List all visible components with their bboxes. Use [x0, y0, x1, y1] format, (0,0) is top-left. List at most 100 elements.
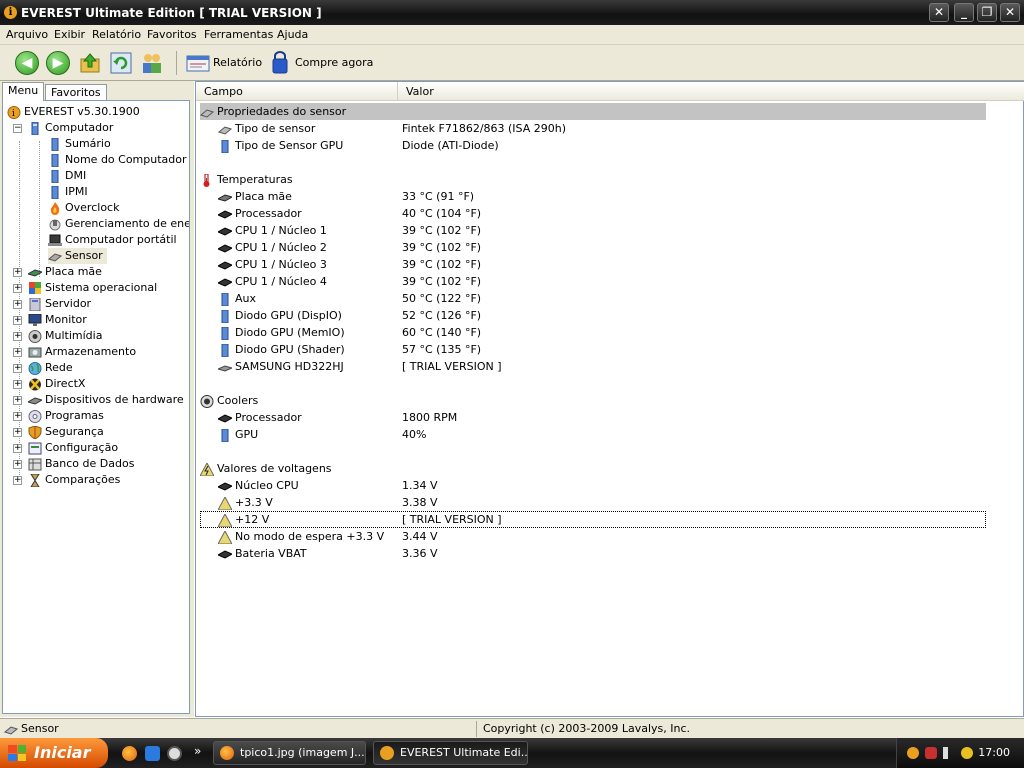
start-button[interactable]: Iniciar [0, 738, 108, 768]
list-row[interactable]: Bateria VBAT 3.36 V [200, 545, 986, 562]
tree-item-ipmi[interactable]: IPMI [48, 184, 88, 200]
clock[interactable]: 17:00 [978, 746, 1010, 759]
tree-item-overclock[interactable]: Overclock [48, 200, 119, 216]
section-header[interactable]: Temperaturas [200, 171, 986, 188]
details-list[interactable]: Campo Valor Propriedades do sensor Tipo … [195, 81, 1024, 717]
tree-item-programas[interactable]: Programas [28, 408, 104, 424]
tab-menu[interactable]: Menu [2, 82, 45, 101]
quicklaunch-more[interactable]: » [194, 744, 201, 758]
buy-bag-icon[interactable] [268, 51, 292, 75]
volume-icon[interactable] [943, 747, 955, 759]
tree-item-configuracao[interactable]: Configuração [28, 440, 118, 456]
shield-tray-icon[interactable] [925, 747, 937, 759]
list-row[interactable]: Diodo GPU (Shader) 57 °C (135 °F) [200, 341, 986, 358]
tree-item-banco-dados[interactable]: Banco de Dados [28, 456, 134, 472]
list-row[interactable]: +3.3 V 3.38 V [200, 494, 986, 511]
tree-item-dispositivos[interactable]: Dispositivos de hardware [26, 392, 184, 408]
list-row[interactable]: CPU 1 / Núcleo 3 39 °C (102 °F) [200, 256, 986, 273]
list-row[interactable]: CPU 1 / Núcleo 2 39 °C (102 °F) [200, 239, 986, 256]
expand-toggle[interactable]: + [13, 364, 22, 373]
list-row[interactable]: Processador 40 °C (104 °F) [200, 205, 986, 222]
list-row[interactable]: Núcleo CPU 1.34 V [200, 477, 986, 494]
section-header[interactable]: Coolers [200, 392, 986, 409]
report-button[interactable]: Relatório [213, 56, 262, 69]
list-row[interactable]: Aux 50 °C (122 °F) [200, 290, 986, 307]
list-row-focused[interactable]: +12 V [ TRIAL VERSION ] [200, 511, 986, 528]
tree-item-energia[interactable]: Gerenciamento de energi [48, 216, 189, 232]
users-icon[interactable] [140, 51, 164, 75]
app-info-icon[interactable]: i [4, 6, 17, 19]
tree-item-seguranca[interactable]: Segurança [28, 424, 104, 440]
expand-toggle[interactable]: + [13, 316, 22, 325]
title-bar[interactable]: i EVEREST Ultimate Edition [ TRIAL VERSI… [0, 0, 1024, 25]
tree-item-nome-computador[interactable]: Nome do Computador [48, 152, 187, 168]
expand-toggle[interactable]: + [13, 268, 22, 277]
expand-toggle[interactable]: + [13, 412, 22, 421]
menu-exibir[interactable]: Exibir [54, 28, 85, 41]
tree-item-sensor[interactable]: Sensor [47, 248, 107, 264]
menu-ajuda[interactable]: Ajuda [277, 28, 308, 41]
safely-remove-icon[interactable] [961, 747, 973, 759]
list-row[interactable]: Placa mãe 33 °C (91 °F) [200, 188, 986, 205]
section-header[interactable]: Valores de voltagens [199, 460, 986, 477]
collapse-toggle[interactable]: − [13, 124, 22, 133]
tree-item-rede[interactable]: Rede [28, 360, 73, 376]
expand-toggle[interactable]: + [13, 332, 22, 341]
tree-item-servidor[interactable]: Servidor [28, 296, 91, 312]
list-row[interactable]: Diodo GPU (DispIO) 52 °C (126 °F) [200, 307, 986, 324]
expand-toggle[interactable]: + [13, 428, 22, 437]
tree-item-dmi[interactable]: DMI [48, 168, 86, 184]
section-header[interactable]: Propriedades do sensor [199, 103, 986, 120]
column-header-campo[interactable]: Campo [196, 82, 398, 101]
buy-now-button[interactable]: Compre agora [295, 56, 373, 69]
menu-relatorio[interactable]: Relatório [92, 28, 141, 41]
list-row[interactable]: SAMSUNG HD322HJ [ TRIAL VERSION ] [200, 358, 986, 375]
tree-item-root[interactable]: i EVEREST v5.30.1900 [7, 104, 140, 120]
list-row[interactable]: No modo de espera +3.3 V 3.44 V [200, 528, 986, 545]
tree-item-directx[interactable]: DirectX [28, 376, 85, 392]
expand-toggle[interactable]: + [13, 284, 22, 293]
expand-toggle[interactable]: + [13, 460, 22, 469]
tree-item-computador[interactable]: Computador [28, 120, 113, 136]
restore-button[interactable]: ❐ [977, 3, 997, 22]
list-row[interactable]: Tipo de Sensor GPU Diode (ATI-Diode) [200, 137, 986, 154]
list-row[interactable]: Diodo GPU (MemIO) 60 °C (140 °F) [200, 324, 986, 341]
list-row[interactable]: Tipo de sensor Fintek F71862/863 (ISA 290… [200, 120, 986, 137]
menu-favoritos[interactable]: Favoritos [147, 28, 197, 41]
close-window-button[interactable]: ✕ [1000, 3, 1020, 22]
refresh-icon[interactable] [109, 51, 133, 75]
ie-icon[interactable] [145, 746, 160, 761]
tree-item-comparacoes[interactable]: Comparações [28, 472, 120, 488]
back-arrow-icon[interactable]: ◀ [15, 51, 39, 75]
list-row[interactable]: GPU 40% [200, 426, 986, 443]
list-row[interactable]: CPU 1 / Núcleo 4 39 °C (102 °F) [200, 273, 986, 290]
list-row[interactable]: Processador 1800 RPM [200, 409, 986, 426]
tree-item-armazenamento[interactable]: Armazenamento [28, 344, 136, 360]
tree-item-placa-mae[interactable]: Placa mãe [26, 264, 102, 280]
menu-arquivo[interactable]: Arquivo [6, 28, 48, 41]
close-button[interactable]: ✕ [929, 3, 949, 22]
tree-item-sistema-operacional[interactable]: Sistema operacional [28, 280, 157, 296]
steam-icon[interactable] [167, 746, 182, 761]
tree-item-monitor[interactable]: Monitor [28, 312, 87, 328]
minimize-button[interactable]: _ [954, 3, 974, 22]
expand-toggle[interactable]: + [13, 476, 22, 485]
tree-item-portatil[interactable]: Computador portátil [48, 232, 177, 248]
tree-item-sumario[interactable]: Sumário [48, 136, 111, 152]
expand-toggle[interactable]: + [13, 444, 22, 453]
column-header-valor[interactable]: Valor [398, 82, 1024, 101]
tree-item-multimidia[interactable]: Multimídia [28, 328, 102, 344]
menu-ferramentas[interactable]: Ferramentas [204, 28, 273, 41]
tab-favoritos[interactable]: Favoritos [45, 84, 107, 101]
forward-arrow-icon[interactable]: ▶ [46, 51, 70, 75]
up-folder-icon[interactable] [78, 51, 102, 75]
expand-toggle[interactable]: + [13, 380, 22, 389]
task-tpico1[interactable]: tpico1.jpg (imagem J... [213, 741, 366, 765]
list-row[interactable]: CPU 1 / Núcleo 1 39 °C (102 °F) [200, 222, 986, 239]
expand-toggle[interactable]: + [13, 396, 22, 405]
task-everest[interactable]: EVEREST Ultimate Edi... [373, 741, 528, 765]
expand-toggle[interactable]: + [13, 300, 22, 309]
menu-tree[interactable]: i EVEREST v5.30.1900 − Computador Sumário… [2, 100, 190, 714]
report-icon[interactable] [186, 51, 210, 75]
expand-toggle[interactable]: + [13, 348, 22, 357]
